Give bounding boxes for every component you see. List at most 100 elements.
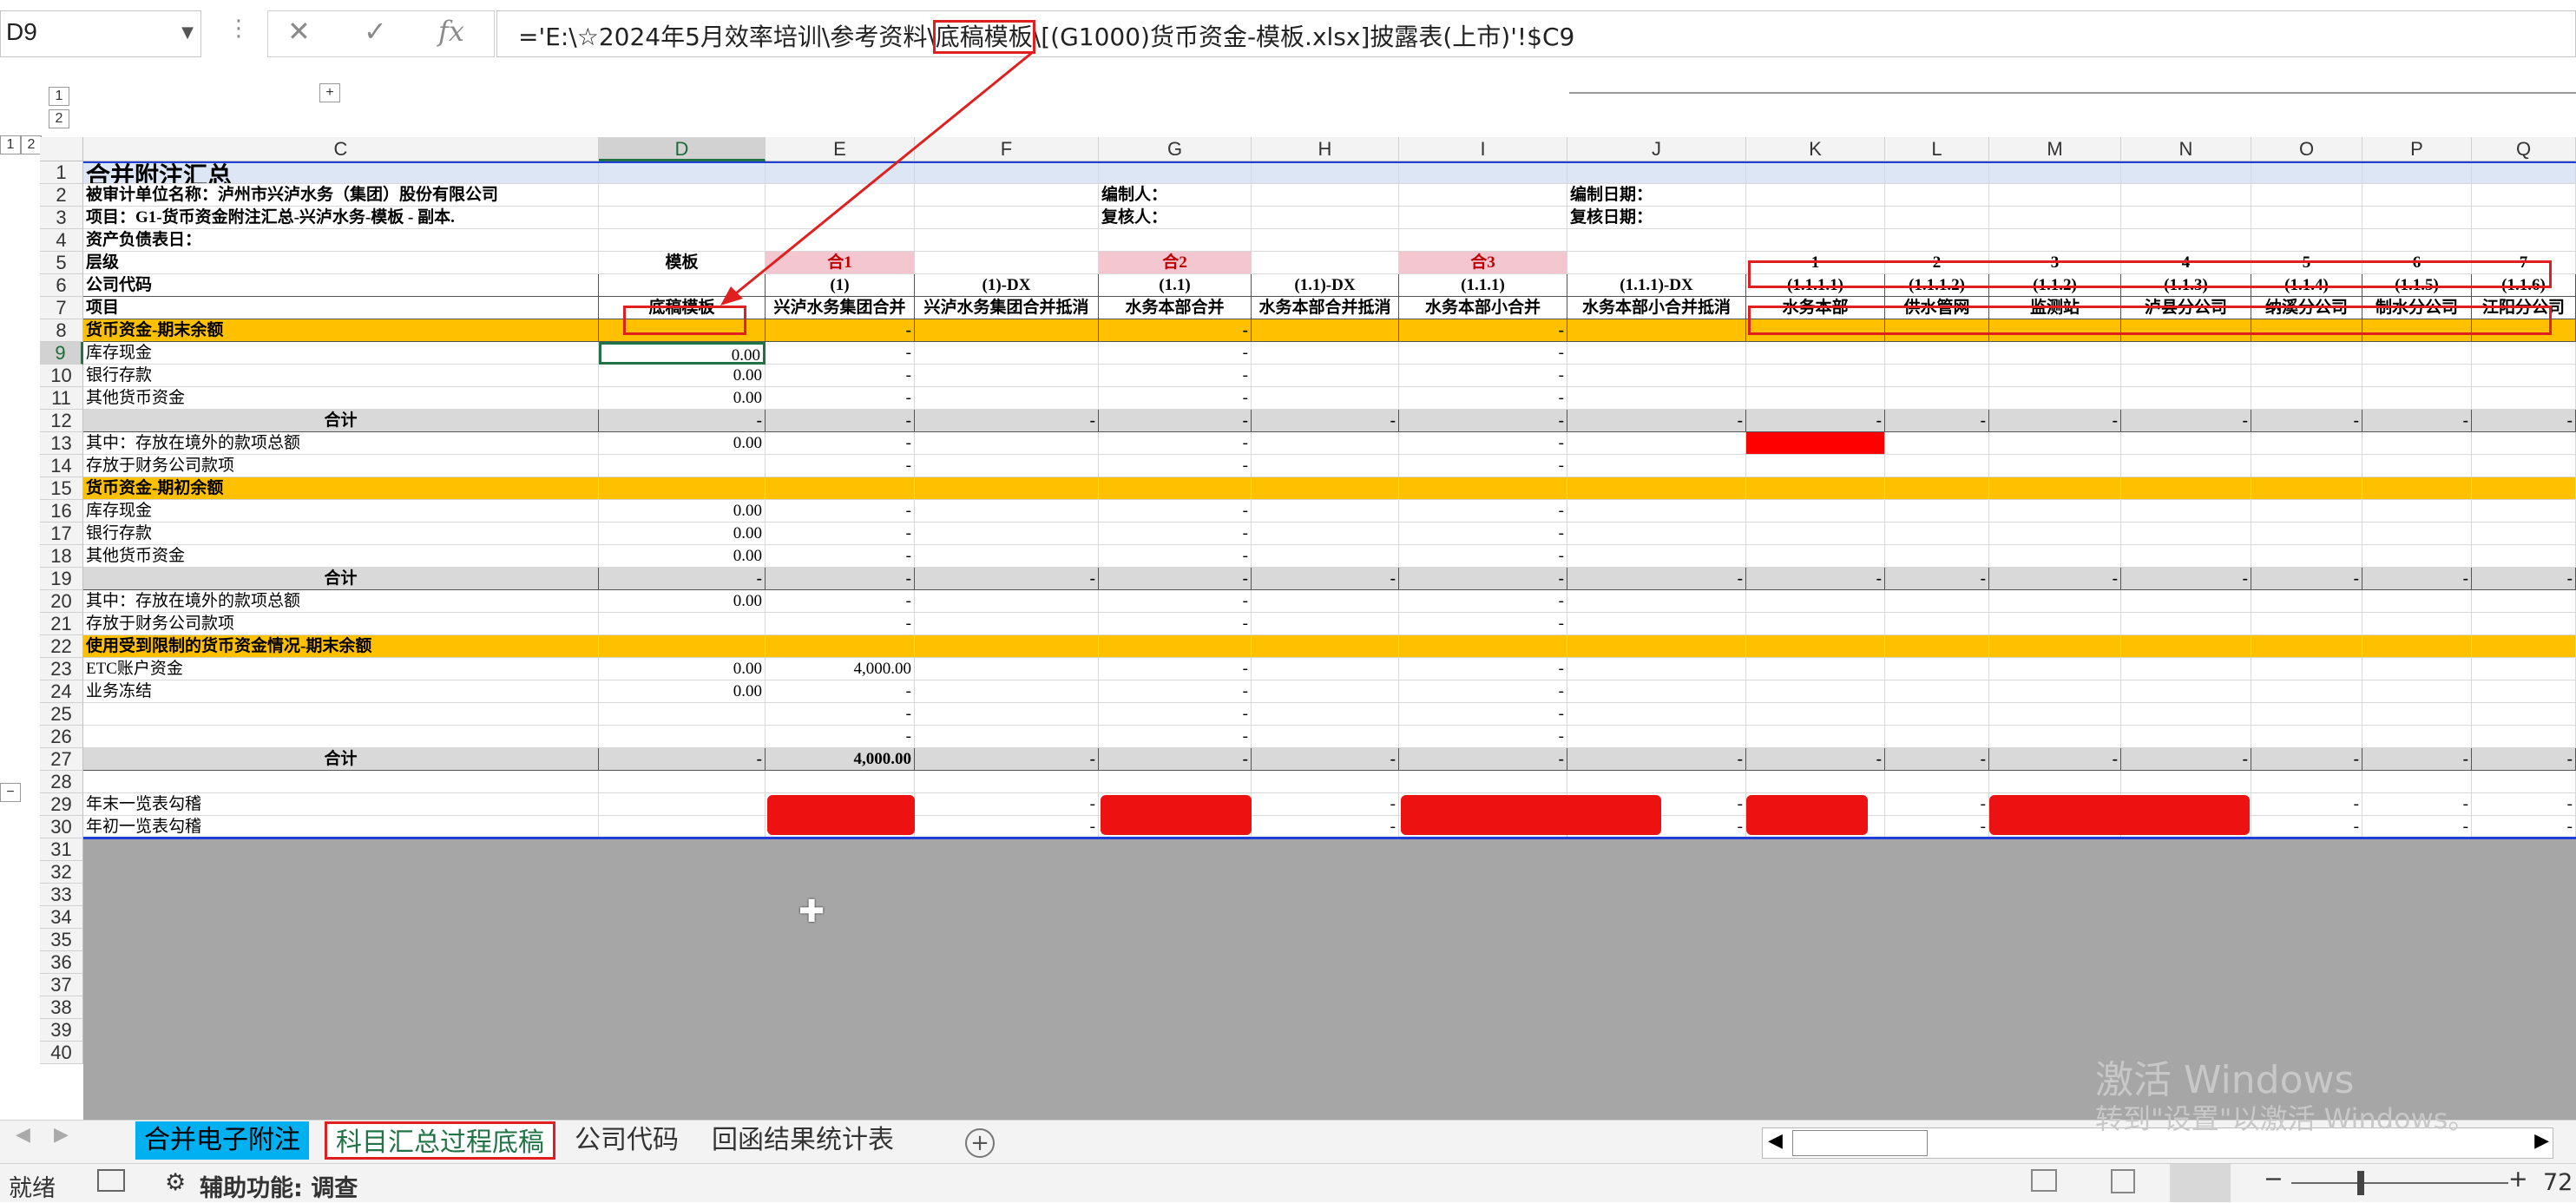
cell-f8[interactable] [915,319,1099,342]
cell-d6[interactable] [599,274,766,297]
cell-k18[interactable] [1746,545,1885,568]
cell-j3[interactable]: 复核日期： [1567,207,1746,229]
cell-q24[interactable] [2472,680,2576,703]
cell-f22[interactable] [915,635,1099,658]
cell-g18[interactable]: - [1099,545,1252,568]
column-header-c[interactable]: C [83,137,599,161]
cell-j19[interactable]: - [1567,568,1746,590]
cell-h26[interactable] [1252,726,1399,748]
cell-o1[interactable] [2251,161,2362,184]
cell-n16[interactable] [2121,500,2251,523]
row-header-5[interactable]: 5 [40,252,83,274]
cell-m11[interactable] [1989,387,2121,410]
cell-l3[interactable] [1885,207,1989,229]
cell-n2[interactable] [2121,184,2251,207]
cell-d18[interactable]: 0.00 [599,545,766,568]
outline-level-1-button[interactable]: 1 [49,87,69,106]
cell-d29[interactable] [599,793,766,816]
cell-o16[interactable] [2251,500,2362,523]
row-header-14[interactable]: 14 [40,455,83,477]
column-header-g[interactable]: G [1099,137,1252,161]
cell-i8[interactable]: - [1399,319,1567,342]
cell-l20[interactable] [1885,590,1989,613]
cell-d21[interactable] [599,613,766,635]
cell-l19[interactable]: - [1885,568,1989,590]
cancel-icon[interactable]: ✕ [287,15,311,48]
cell-d19[interactable]: - [599,568,766,590]
cell-k16[interactable] [1746,500,1885,523]
cell-d9[interactable]: 0.00 [599,342,766,365]
cell-l24[interactable] [1885,680,1989,703]
cell-c26[interactable] [83,726,599,748]
cell-o27[interactable]: - [2251,748,2362,771]
cell-c27[interactable]: 合计 [83,748,599,771]
cell-f19[interactable]: - [915,568,1099,590]
cell-n12[interactable]: - [2121,410,2251,432]
cell-q17[interactable] [2472,523,2576,545]
cell-m15[interactable] [1989,477,2121,500]
cell-o30[interactable]: - [2251,816,2362,838]
row-header-31[interactable]: 31 [40,838,83,861]
cell-p24[interactable] [2362,680,2472,703]
cell-l16[interactable] [1885,500,1989,523]
cell-e3[interactable] [766,207,915,229]
cell-j24[interactable] [1567,680,1746,703]
cell-e4[interactable] [766,229,915,252]
cell-j25[interactable] [1567,703,1746,726]
cell-m14[interactable] [1989,455,2121,477]
cell-l21[interactable] [1885,613,1989,635]
cell-h24[interactable] [1252,680,1399,703]
cell-h8[interactable] [1252,319,1399,342]
cell-c10[interactable]: 银行存款 [83,365,599,387]
cell-c5[interactable]: 层级 [83,252,599,274]
cell-m23[interactable] [1989,658,2121,680]
cell-m1[interactable] [1989,161,2121,184]
cell-j9[interactable] [1567,342,1746,365]
cell-p13[interactable] [2362,432,2472,455]
cell-p22[interactable] [2362,635,2472,658]
expand-group-button[interactable]: + [319,83,340,102]
cell-o24[interactable] [2251,680,2362,703]
cell-g15[interactable] [1099,477,1252,500]
cell-g2[interactable]: 编制人： [1099,184,1252,207]
row-header-34[interactable]: 34 [40,906,83,929]
cell-l11[interactable] [1885,387,1989,410]
cell-g22[interactable] [1099,635,1252,658]
cell-l10[interactable] [1885,365,1989,387]
cell-j27[interactable]: - [1567,748,1746,771]
cell-n21[interactable] [2121,613,2251,635]
cell-c29[interactable]: 年末一览表勾稽 [83,793,599,816]
cell-d22[interactable] [599,635,766,658]
cell-q15[interactable] [2472,477,2576,500]
cell-j4[interactable] [1567,229,1746,252]
cell-p2[interactable] [2362,184,2472,207]
cell-g16[interactable]: - [1099,500,1252,523]
cell-c14[interactable]: 存放于财务公司款项 [83,455,599,477]
insert-function-icon[interactable]: fx [438,15,464,48]
cell-q26[interactable] [2472,726,2576,748]
cell-j1[interactable] [1567,161,1746,184]
sheet-tab-4[interactable]: 回函结果统计表 [703,1121,903,1160]
cell-i27[interactable]: - [1399,748,1567,771]
column-header-o[interactable]: O [2251,137,2362,161]
cell-q20[interactable] [2472,590,2576,613]
cell-j13[interactable] [1567,432,1746,455]
cell-j20[interactable] [1567,590,1746,613]
cell-n18[interactable] [2121,545,2251,568]
cell-f16[interactable] [915,500,1099,523]
cell-e7[interactable]: 兴泸水务集团合并 [766,297,915,319]
cell-m18[interactable] [1989,545,2121,568]
cell-n22[interactable] [2121,635,2251,658]
cell-e17[interactable]: - [766,523,915,545]
cell-g17[interactable]: - [1099,523,1252,545]
cell-l22[interactable] [1885,635,1989,658]
cell-p26[interactable] [2362,726,2472,748]
column-header-f[interactable]: F [915,137,1099,161]
cell-k13[interactable] [1746,432,1885,455]
page-layout-view-icon[interactable] [2111,1169,2135,1193]
sheet-tab-1[interactable]: 合并电子附注 [135,1121,309,1160]
row-header-9[interactable]: 9 [40,342,83,365]
cell-i18[interactable]: - [1399,545,1567,568]
row-header-2[interactable]: 2 [40,184,83,207]
row-header-40[interactable]: 40 [40,1042,83,1064]
